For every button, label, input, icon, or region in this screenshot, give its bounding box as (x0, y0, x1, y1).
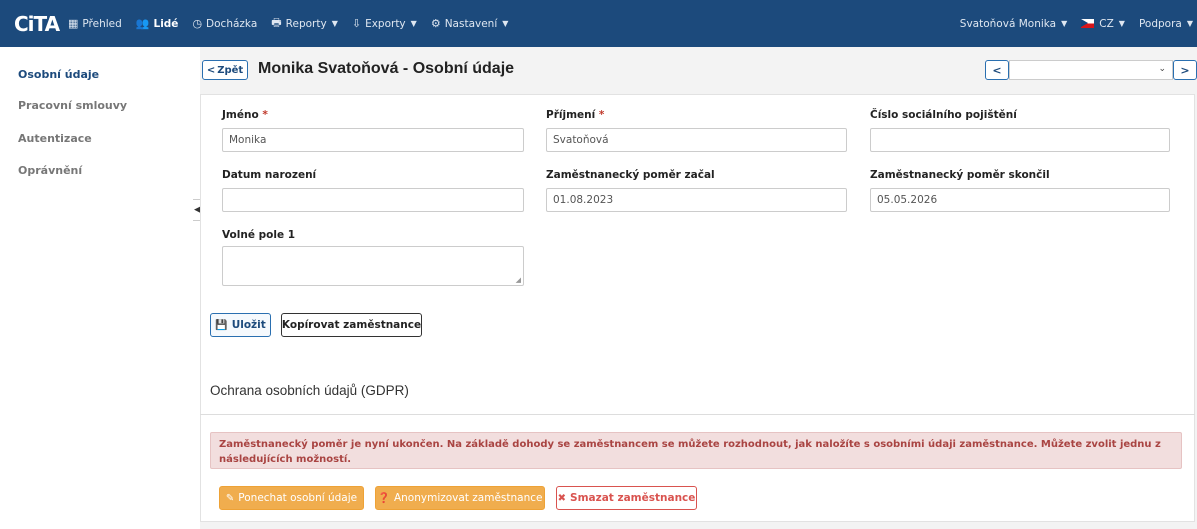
copy-employee-button[interactable]: Kopírovat zaměstnance (281, 313, 422, 337)
required-marker: * (598, 109, 605, 121)
nav-item-nastaveni[interactable]: ⚙ Nastavení ▼ (427, 0, 513, 47)
employment-end-label: Zaměstnanecký poměr skončil (870, 169, 1050, 181)
floppy-disk-icon: 💾 (215, 319, 228, 331)
gear-icon: ⚙ (430, 17, 441, 30)
question-circle-icon: ❓ (377, 492, 390, 504)
delete-label: Smazat zaměstnance (570, 492, 696, 504)
employment-start-input[interactable]: 01.08.2023 (546, 188, 847, 212)
last-name-label-text: Příjmení (546, 109, 596, 121)
clock-icon: ◷ (192, 17, 203, 30)
employee-select[interactable]: ⌄ (1009, 60, 1173, 80)
back-button[interactable]: < Zpět (202, 60, 248, 80)
nav-item-label: Nastavení (444, 17, 498, 30)
sidebar-item-opravneni[interactable]: Oprávnění (18, 164, 82, 177)
app-logo[interactable]: CiTA (0, 0, 64, 47)
ssn-input[interactable] (870, 128, 1170, 152)
caret-down-icon: ▼ (331, 19, 338, 28)
sidebar-item-pracovni-smlouvy[interactable]: Pracovní smlouvy (18, 99, 127, 112)
close-icon: ✖ (557, 492, 567, 504)
nav-item-label: Reporty (285, 17, 327, 30)
birth-date-input[interactable] (222, 188, 524, 212)
delete-employee-button[interactable]: ✖ Smazat zaměstnance (556, 486, 697, 510)
nav-item-exporty[interactable]: ⇩ Exporty ▼ (348, 0, 421, 47)
keep-personal-data-button[interactable]: ✎ Ponechat osobní údaje (219, 486, 364, 510)
save-button[interactable]: 💾 Uložit (210, 313, 271, 337)
nav-item-label: Exporty (365, 17, 406, 30)
keep-label: Ponechat osobní údaje (238, 492, 358, 504)
caret-down-icon: ▼ (410, 19, 417, 28)
first-name-label: Jméno * (222, 109, 268, 121)
users-icon: 👥 (135, 17, 150, 30)
export-icon: ⇩ (351, 17, 362, 30)
nav-item-lide[interactable]: 👥 Lidé (132, 0, 183, 47)
save-label: Uložit (231, 319, 266, 331)
employment-start-label: Zaměstnanecký poměr začal (546, 169, 715, 181)
last-name-label: Příjmení * (546, 109, 604, 121)
chevron-right-icon: > (1180, 63, 1190, 77)
first-name-label-text: Jméno (222, 109, 259, 121)
anonymize-employee-button[interactable]: ❓ Anonymizovat zaměstnance (375, 486, 545, 510)
language-label: CZ (1099, 17, 1114, 30)
nav-item-label: Docházka (206, 17, 258, 30)
ssn-label: Číslo sociálního pojištění (870, 109, 1017, 121)
support-menu[interactable]: Podpora ▼ (1135, 0, 1197, 47)
nav-item-reporty[interactable]: 🖶 Reporty ▼ (267, 0, 342, 47)
gdpr-section-title: Ochrana osobních údajů (GDPR) (210, 383, 409, 398)
required-marker: * (262, 109, 268, 121)
nav-item-label: Lidé (153, 17, 179, 30)
previous-employee-button[interactable]: < (985, 60, 1009, 80)
chevron-left-icon: < (206, 64, 216, 76)
caret-down-icon: ▼ (1186, 19, 1193, 28)
sidebar: Osobní údaje Pracovní smlouvy Autentizac… (0, 47, 200, 529)
birth-date-label: Datum narození (222, 169, 317, 181)
back-label: Zpět (217, 64, 244, 76)
language-menu[interactable]: CZ ▼ (1077, 0, 1129, 47)
first-name-input[interactable]: Monika (222, 128, 524, 152)
chevron-left-icon: < (992, 63, 1002, 77)
resize-grip-icon: ◢ (515, 276, 521, 284)
anonymize-label: Anonymizovat zaměstnance (393, 492, 543, 504)
divider (200, 414, 1195, 415)
free-field-textarea[interactable]: ◢ (222, 246, 524, 286)
page-title: Monika Svatoňová - Osobní údaje (258, 60, 515, 77)
sidebar-item-osobni-udaje[interactable]: Osobní údaje (18, 68, 99, 81)
pencil-icon: ✎ (225, 492, 235, 504)
grid-icon: ▦ (68, 17, 79, 30)
nav-item-dochazka[interactable]: ◷ Docházka (188, 0, 261, 47)
caret-down-icon: ▼ (1061, 19, 1068, 28)
navbar-right: Svatoňová Monika ▼ CZ ▼ Podpora ▼ (956, 0, 1197, 47)
nav-item-prehled[interactable]: ▦ Přehled (64, 0, 126, 47)
employment-end-input[interactable]: 05.05.2026 (870, 188, 1170, 212)
support-label: Podpora (1138, 17, 1182, 30)
chevron-down-icon: ⌄ (1158, 64, 1166, 74)
gdpr-alert: Zaměstnanecký poměr je nyní ukončen. Na … (210, 432, 1182, 469)
sidebar-item-autentizace[interactable]: Autentizace (18, 132, 92, 145)
caret-down-icon: ▼ (502, 19, 509, 28)
czech-flag-icon (1081, 19, 1095, 28)
user-menu[interactable]: Svatoňová Monika ▼ (956, 0, 1071, 47)
last-name-input[interactable]: Svatoňová (546, 128, 847, 152)
caret-down-icon: ▼ (1118, 19, 1125, 28)
print-icon: 🖶 (271, 16, 282, 29)
nav-item-label: Přehled (82, 17, 122, 30)
free-field-label: Volné pole 1 (222, 229, 296, 241)
top-navbar: CiTA ▦ Přehled 👥 Lidé ◷ Docházka 🖶 Repor… (0, 0, 1197, 47)
next-employee-button[interactable]: > (1173, 60, 1197, 80)
user-name: Svatoňová Monika (959, 17, 1057, 30)
